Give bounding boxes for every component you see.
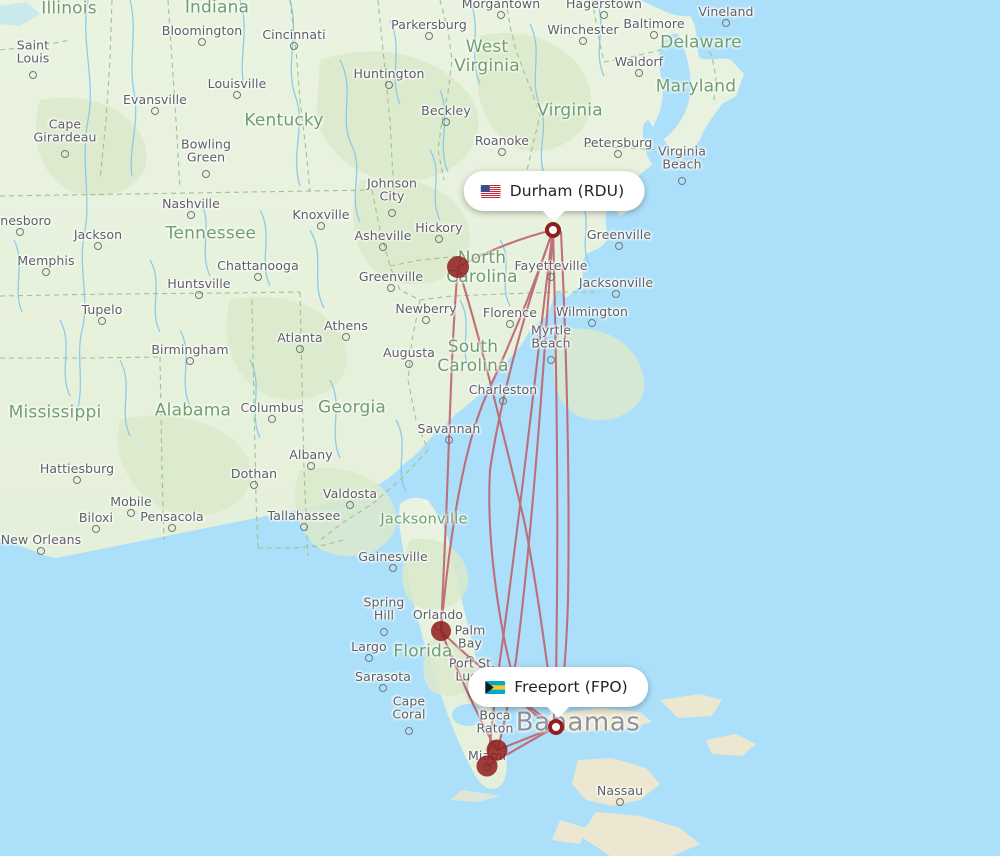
- city-dot-icon: [195, 291, 203, 299]
- city-dot-icon: [296, 345, 304, 353]
- city-dot-icon: [588, 319, 596, 327]
- city-dot-icon: [615, 242, 623, 250]
- city-dot-icon: [250, 481, 258, 489]
- rdu-endpoint-marker[interactable]: [545, 222, 561, 238]
- destination-callout-label: Freeport (FPO): [514, 678, 628, 696]
- city-dot-icon: [379, 243, 387, 251]
- city-dot-icon: [506, 320, 514, 328]
- city-dot-icon: [379, 684, 387, 692]
- city-dot-icon: [94, 242, 102, 250]
- city-dot-icon: [405, 727, 413, 735]
- orlando-marker[interactable]: [431, 621, 451, 641]
- city-dot-icon: [498, 148, 506, 156]
- city-dot-icon: [385, 81, 393, 89]
- city-dot-icon: [387, 284, 395, 292]
- city-dot-icon: [42, 268, 50, 276]
- city-dot-icon: [614, 150, 622, 158]
- city-dot-icon: [722, 19, 730, 27]
- city-dot-icon: [254, 273, 262, 281]
- destination-callout[interactable]: Freeport (FPO): [468, 667, 648, 718]
- city-dot-icon: [187, 211, 195, 219]
- city-dot-icon: [198, 38, 206, 46]
- city-dot-icon: [317, 222, 325, 230]
- city-dot-icon: [435, 235, 443, 243]
- city-dot-icon: [92, 525, 100, 533]
- city-dot-icon: [73, 476, 81, 484]
- city-dot-icon: [497, 11, 505, 19]
- city-dot-icon: [600, 11, 608, 19]
- city-dot-icon: [127, 509, 135, 517]
- us-flag-icon: [480, 184, 501, 198]
- city-dot-icon: [445, 436, 453, 444]
- city-dot-icon: [579, 37, 587, 45]
- city-dot-icon: [547, 356, 555, 364]
- bahamas-flag-icon: [485, 680, 506, 694]
- city-dot-icon: [405, 360, 413, 368]
- city-dot-icon: [616, 798, 624, 806]
- origin-callout-label: Durham (RDU): [509, 182, 625, 200]
- city-dot-icon: [388, 209, 396, 217]
- city-dot-icon: [499, 397, 507, 405]
- flight-route-map[interactable]: Illinois Indiana Delaware West Virginia …: [0, 0, 1000, 856]
- charlotte-marker[interactable]: [447, 256, 469, 278]
- city-dot-icon: [612, 290, 620, 298]
- city-dot-icon: [650, 31, 658, 39]
- city-dot-icon: [16, 228, 24, 236]
- city-dot-icon: [425, 32, 433, 40]
- city-dot-icon: [346, 501, 354, 509]
- city-dot-icon: [442, 118, 450, 126]
- city-dot-icon: [290, 42, 298, 50]
- city-dot-icon: [547, 273, 555, 281]
- city-dot-icon: [365, 654, 373, 662]
- city-dot-icon: [635, 69, 643, 77]
- city-dot-icon: [98, 317, 106, 325]
- city-dot-icon: [168, 524, 176, 532]
- route-lines-layer: [439, 228, 570, 768]
- city-dot-icon: [268, 415, 276, 423]
- fort-lauderdale-marker[interactable]: [476, 755, 498, 777]
- city-dot-icon: [342, 333, 350, 341]
- city-dot-icon: [61, 150, 69, 158]
- city-dot-icon: [300, 523, 308, 531]
- city-dot-icon: [233, 91, 241, 99]
- city-dot-icon: [466, 656, 474, 664]
- city-dot-icon: [186, 357, 194, 365]
- destination-callout-tail: [545, 705, 571, 718]
- city-dot-icon: [151, 107, 159, 115]
- city-dot-icon: [37, 547, 45, 555]
- origin-callout[interactable]: Durham (RDU): [463, 171, 645, 222]
- city-dot-icon: [29, 71, 37, 79]
- city-dot-icon: [307, 462, 315, 470]
- city-dot-icon: [678, 177, 686, 185]
- fpo-endpoint-marker[interactable]: [548, 719, 564, 735]
- city-dot-icon: [422, 316, 430, 324]
- city-dot-icon: [389, 564, 397, 572]
- origin-callout-tail: [541, 209, 567, 222]
- city-dot-icon: [380, 628, 388, 636]
- city-dot-icon: [202, 170, 210, 178]
